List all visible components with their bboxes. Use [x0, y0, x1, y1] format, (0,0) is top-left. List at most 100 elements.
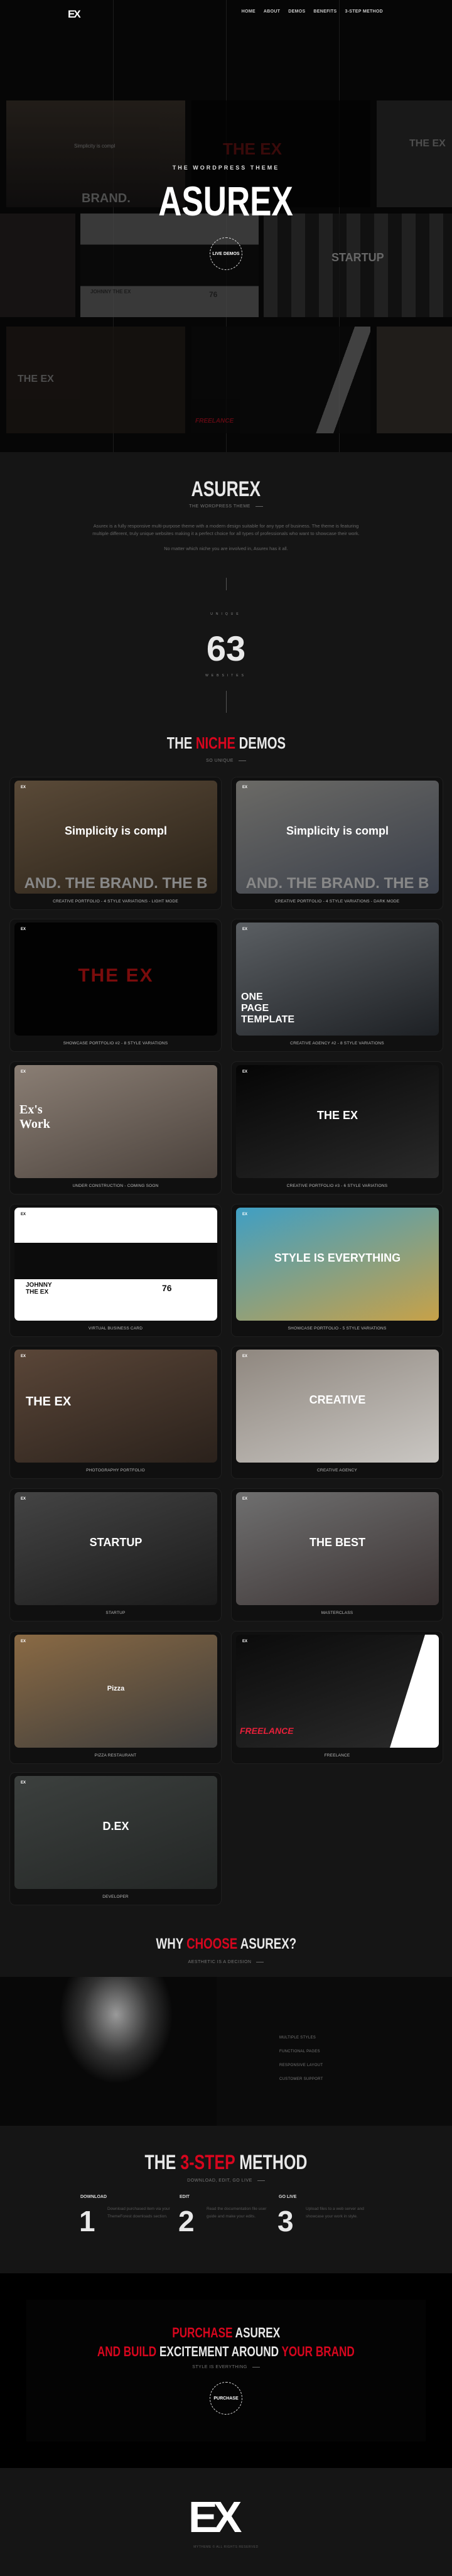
intro-title: ASUREX [0, 477, 452, 502]
heading-accent: AND BUILD [97, 2344, 157, 2359]
demo-caption: STARTUP [105, 1611, 126, 1615]
demo-overlay-title: STYLE IS EVERYTHING [274, 1252, 401, 1264]
demo-screenshot[interactable]: EX ONE PAGE TEMPLATE [236, 923, 439, 1036]
demo-card[interactable]: EX JOHNNY THE EX 76 VIRTUAL BUSINESS CARD [9, 1204, 222, 1337]
steps-subtitle: DOWNLOAD, EDIT, GO LIVE [0, 2178, 452, 2183]
why-heading: WHY CHOOSE ASUREX? [0, 1935, 452, 1953]
demo-card[interactable]: EX THE EX PHOTOGRAPHY PORTFOLIO [9, 1346, 222, 1479]
demo-logo: EX [21, 928, 26, 931]
demo-overlay-title: ONE PAGE TEMPLATE [241, 992, 295, 1025]
demo-card[interactable]: EX STYLE IS EVERYTHING SHOWCASE PORTFOLIO … [231, 1204, 443, 1337]
purchase-button[interactable]: PURCHASE [210, 2382, 242, 2415]
demo-overlay-title: THE EX [26, 1395, 72, 1409]
demo-screenshot[interactable]: EX THE EX [14, 1350, 217, 1463]
demo-screenshot[interactable]: EX FREELANCE [236, 1635, 439, 1748]
feature-item: MULTIPLE STYLES [279, 2036, 316, 2040]
demo-card[interactable]: EX Ex's Work UNDER CONSTRUCTION - COMING S… [9, 1061, 222, 1194]
step-text: Upload files to a web server and showcas… [306, 2207, 364, 2219]
demo-screenshot[interactable]: EX Simplicity is compl AND. THE BRAND. THE… [236, 781, 439, 894]
nav-demos[interactable]: DEMOS [288, 9, 305, 14]
demo-card[interactable]: EX THE BEST MASTERCLASS [231, 1488, 443, 1621]
demo-logo: EX [21, 1640, 26, 1643]
purchase-box [26, 2300, 426, 2442]
demo-overlay-title: THE EX [78, 965, 154, 986]
why-subtitle: AESTHETIC IS A DECISION [0, 1960, 452, 1964]
logo[interactable]: EX [68, 8, 81, 21]
demo-card[interactable]: EX CREATIVE CREATIVE AGENCY [231, 1346, 443, 1479]
demo-screenshot[interactable]: EX THE EX [14, 923, 217, 1036]
intro-subtitle: THE WORDPRESS THEME [0, 504, 452, 509]
live-demos-button[interactable]: LIVE DEMOS [210, 237, 242, 270]
demo-card[interactable]: EX THE EX SHOWCASE PORTFOLIO #2 - 8 STYLE … [9, 919, 222, 1052]
demo-logo: EX [242, 1497, 248, 1501]
nav-home[interactable]: HOME [242, 9, 256, 14]
tile-text: JOHNNY THE EX [90, 289, 131, 295]
demo-screenshot[interactable]: EX CREATIVE [236, 1350, 439, 1463]
tile-text: 76 [209, 290, 218, 299]
demo-logo: EX [21, 1497, 26, 1501]
intro-paragraph-2: No matter which niche you are involved i… [164, 546, 288, 551]
demo-screenshot[interactable]: EX JOHNNY THE EX 76 [14, 1208, 217, 1321]
demo-card[interactable]: EX Simplicity is compl AND. THE BRAND. THE… [9, 777, 222, 910]
demo-card[interactable]: EX FREELANCE FREELANCE [231, 1631, 443, 1764]
counter-bottom-label: WEBSITES [205, 674, 247, 678]
divider-line [226, 578, 227, 590]
hero-tile: FREELANCE [191, 327, 370, 433]
demo-screenshot[interactable]: EX Simplicity is compl AND. THE BRAND. THE… [14, 781, 217, 894]
heading-accent: CHOOSE [186, 1935, 237, 1952]
demo-screenshot[interactable]: EX THE BEST [236, 1492, 439, 1605]
demo-screenshot[interactable]: EX Pizza [14, 1635, 217, 1748]
demo-white-panel [390, 1635, 439, 1748]
hero-tile [0, 214, 75, 317]
demo-logo: EX [21, 1781, 26, 1785]
purchase-button-label: PURCHASE [213, 2396, 239, 2401]
demo-logo: EX [242, 928, 248, 931]
demo-caption: UNDER CONSTRUCTION - COMING SOON [72, 1184, 159, 1188]
demo-card[interactable]: EX D.EX DEVELOPER [9, 1772, 222, 1905]
demo-screenshot[interactable]: EX Ex's Work [14, 1065, 217, 1178]
heading-accent: YOUR BRAND [281, 2344, 355, 2359]
demo-logo: EX [21, 1213, 26, 1216]
demos-subtitle: SO UNIQUE [0, 759, 452, 763]
model-portrait-image [0, 1977, 217, 2126]
site-header: EX HOME ABOUT DEMOS BENEFITS 3-STEP METH… [0, 0, 452, 25]
footer-logo[interactable]: EX [188, 2492, 242, 2542]
nav-about[interactable]: ABOUT [264, 9, 280, 14]
feature-item: RESPONSIVE LAYOUT [279, 2064, 323, 2067]
demo-overlay-title: STARTUP [89, 1536, 143, 1549]
hero-tile: THE EX [6, 327, 185, 433]
demo-card[interactable]: EX THE EX CREATIVE PORTFOLIO #3 - 6 STYLE … [231, 1061, 443, 1194]
demo-screenshot[interactable]: EX D.EX [14, 1776, 217, 1889]
hero-tile [377, 327, 452, 433]
demo-card[interactable]: EX STARTUP STARTUP [9, 1488, 222, 1621]
nav-3-step-method[interactable]: 3-STEP METHOD [345, 9, 383, 14]
live-demos-label: LIVE DEMOS [212, 251, 240, 256]
feature-item: FUNCTIONAL PAGES [279, 2050, 320, 2054]
why-section: MULTIPLE STYLES FUNCTIONAL PAGES RESPONS… [0, 1977, 452, 2126]
demo-caption: MASTERCLASS [321, 1611, 353, 1615]
demo-screenshot[interactable]: EX STARTUP [14, 1492, 217, 1605]
divider-line [226, 691, 227, 713]
heading-accent: PURCHASE [172, 2325, 233, 2341]
demo-overlay-title: D.EX [102, 1820, 129, 1832]
demo-caption: CREATIVE PORTFOLIO - 4 STYLE VARIATIONS … [274, 899, 400, 904]
demo-screenshot[interactable]: EX THE EX [236, 1065, 439, 1178]
demo-caption: PHOTOGRAPHY PORTFOLIO [86, 1468, 145, 1473]
nav-benefits[interactable]: BENEFITS [313, 9, 336, 14]
demo-logo: EX [242, 1355, 248, 1358]
purchase-section: PURCHASE ASUREX AND BUILD EXCITEMENT ARO… [0, 2273, 452, 2468]
demo-card[interactable]: EX ONE PAGE TEMPLATE CREATIVE AGENCY #2 - … [231, 919, 443, 1052]
feature-item: CUSTOMER SUPPORT [279, 2077, 323, 2081]
purchase-heading-line-2: AND BUILD EXCITEMENT AROUND YOUR BRAND [0, 2342, 452, 2361]
step-label: EDIT [180, 2195, 190, 2199]
tile-text: FREELANCE [195, 418, 234, 425]
heading-accent: 3-STEP [180, 2151, 235, 2173]
demo-card[interactable]: EX Simplicity is compl AND. THE BRAND. THE… [231, 777, 443, 910]
hero-section: Simplicity is compl BRAND. THE EX THE EX… [0, 0, 452, 452]
demo-logo: EX [242, 1640, 248, 1643]
heading-part: WHY [156, 1935, 183, 1952]
demo-caption: FREELANCE [324, 1753, 350, 1758]
demo-card[interactable]: EX Pizza PIZZA RESTAURANT [9, 1631, 222, 1764]
step-text: Download purchased item via your ThemeFo… [107, 2207, 170, 2219]
demo-screenshot[interactable]: EX STYLE IS EVERYTHING [236, 1208, 439, 1321]
